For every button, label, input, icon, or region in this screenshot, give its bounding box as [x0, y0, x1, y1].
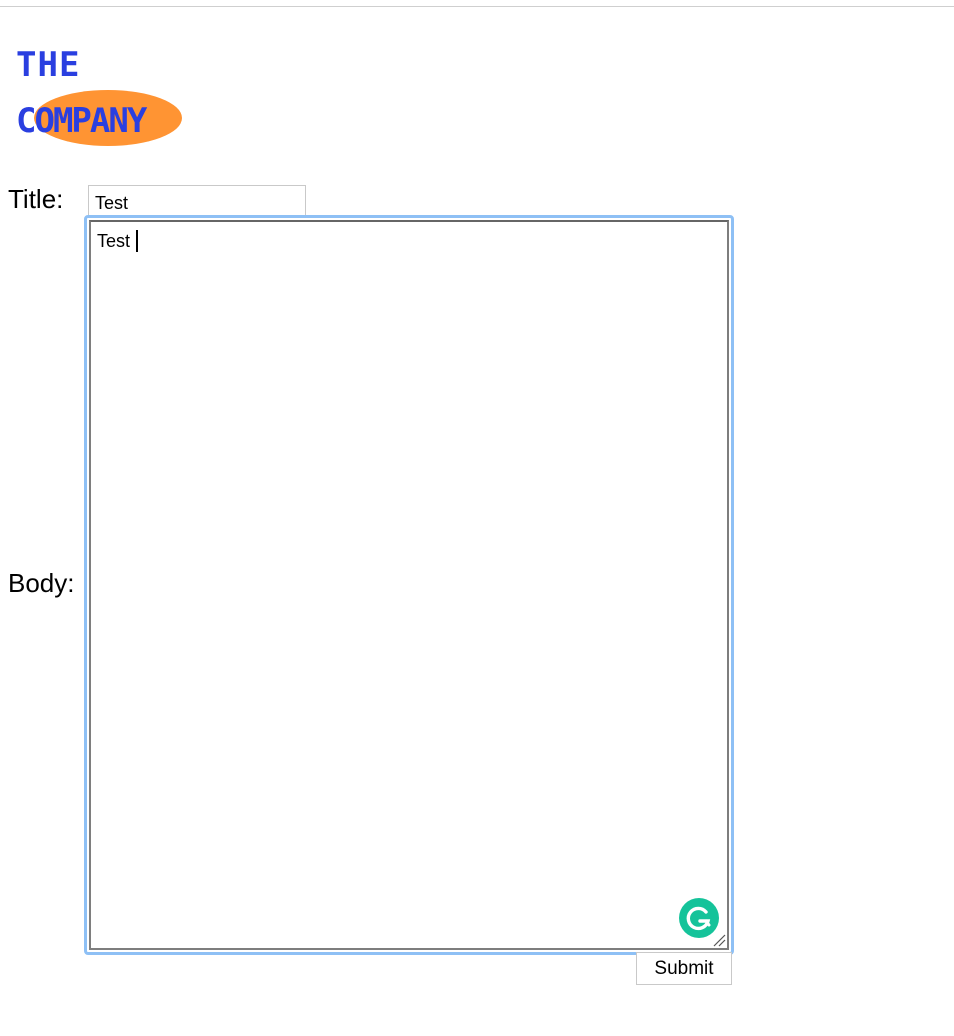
title-input[interactable]: Test [88, 185, 306, 217]
resize-handle-icon[interactable] [712, 933, 726, 947]
grammarly-icon[interactable] [679, 898, 719, 938]
text-caret [136, 230, 139, 252]
title-label: Title: [8, 184, 64, 214]
body-label: Body: [8, 568, 75, 598]
company-logo: THE COMPANY [14, 40, 204, 152]
submit-button[interactable]: Submit [636, 952, 732, 985]
body-textarea[interactable]: Test [89, 220, 729, 950]
svg-text:COMPANY: COMPANY [16, 101, 148, 141]
svg-text:THE: THE [16, 45, 80, 85]
browser-top-border [0, 0, 954, 7]
body-textarea-focus-ring[interactable]: Test [84, 215, 734, 955]
body-text: Test [97, 231, 131, 251]
